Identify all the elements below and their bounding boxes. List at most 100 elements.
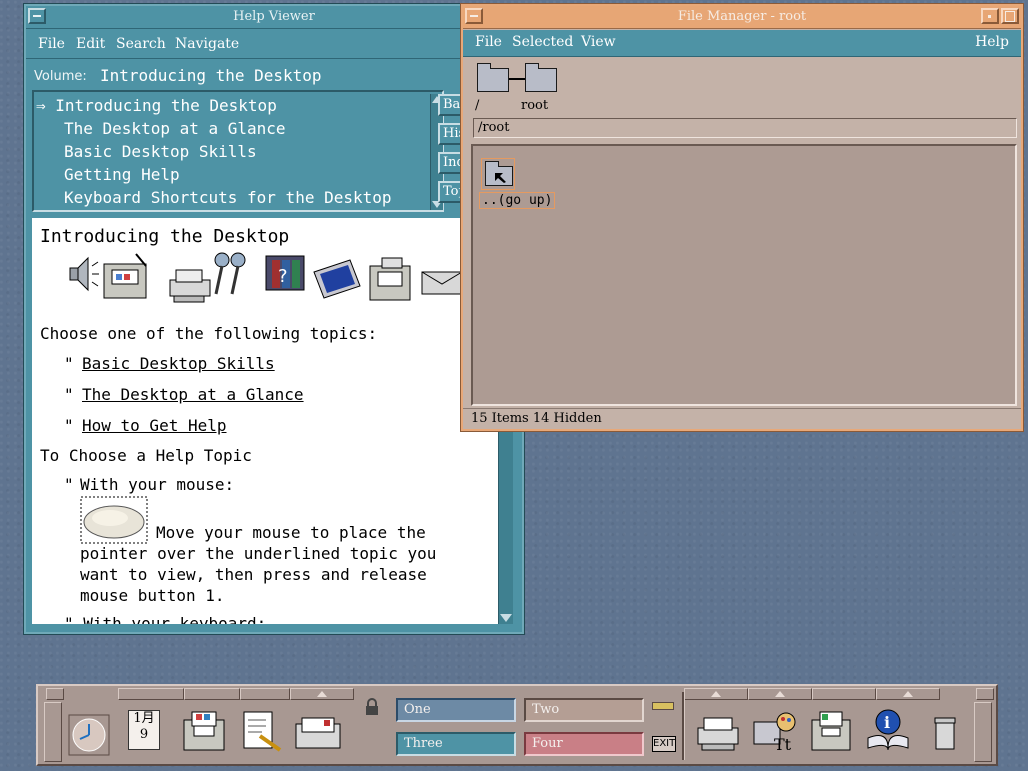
keys-icon xyxy=(214,252,246,295)
trash-icon[interactable] xyxy=(932,716,958,752)
section-title: To Choose a Help Topic xyxy=(40,446,252,465)
link-how-to-get-help[interactable]: How to Get Help xyxy=(82,416,227,435)
subpanel-arrow-icon xyxy=(903,691,913,697)
menu-selected[interactable]: Selected xyxy=(512,34,573,50)
window-menu-icon xyxy=(470,15,478,17)
path-connector xyxy=(509,78,525,80)
terminal-icon xyxy=(313,259,361,299)
exit-button[interactable]: EXIT xyxy=(652,736,676,752)
desktop-icons-illustration: ? xyxy=(69,252,463,303)
path-field[interactable]: /root xyxy=(473,118,1017,138)
subpanel-tab[interactable] xyxy=(748,688,812,700)
subpanel-tab[interactable] xyxy=(684,688,748,700)
help-content-pane[interactable]: Introducing the Desktop ? Choose one of … xyxy=(32,218,502,624)
style-manager-icon[interactable]: Tt xyxy=(752,710,798,754)
menu-file[interactable]: File xyxy=(38,36,65,52)
scroll-down-arrow-icon[interactable] xyxy=(500,614,512,622)
window-menu-button[interactable] xyxy=(465,8,483,24)
help-manager-icon[interactable]: i xyxy=(866,708,912,752)
panel-divider xyxy=(682,692,685,760)
maximize-icon xyxy=(1005,11,1015,22)
instruction-line: mouse button 1. xyxy=(80,586,225,605)
toc-item[interactable]: Keyboard Shortcuts for the Desktop xyxy=(64,188,392,207)
path-folder-label[interactable]: root xyxy=(521,98,548,113)
folder-root-home-icon[interactable] xyxy=(525,63,557,92)
toc-item[interactable]: Getting Help xyxy=(64,165,180,184)
file-view-area[interactable]: ..(go up) xyxy=(471,144,1017,406)
menu-navigate[interactable]: Navigate xyxy=(175,36,239,52)
topic-list[interactable]: ⇒ Introducing the Desktop The Desktop at… xyxy=(32,90,444,212)
bullet: " xyxy=(64,416,74,435)
subpanel-tab[interactable] xyxy=(240,688,290,700)
instruction-line: want to view, then press and release xyxy=(80,565,427,584)
toc-item-current[interactable]: ⇒ Introducing the Desktop xyxy=(36,96,277,115)
bullet: " xyxy=(64,354,74,373)
file-manager-menubar: File Selected View Help xyxy=(463,30,1021,57)
svg-text:i: i xyxy=(884,713,890,732)
window-title: Help Viewer xyxy=(233,9,315,24)
with-mouse-text: With your mouse: xyxy=(80,475,235,494)
application-manager-icon[interactable] xyxy=(810,708,854,752)
subpanel-tab-files[interactable] xyxy=(290,688,354,700)
up-arrow-icon xyxy=(495,173,506,183)
file-manager-titlebar[interactable]: File Manager - root xyxy=(463,6,1021,29)
link-basic-desktop-skills[interactable]: Basic Desktop Skills xyxy=(82,354,275,373)
window-menu-button[interactable] xyxy=(28,8,46,24)
file-cabinet-icon xyxy=(103,253,147,299)
window-title: File Manager - root xyxy=(677,9,807,24)
subpanel-arrow-icon xyxy=(711,691,721,697)
menu-edit[interactable]: Edit xyxy=(76,36,105,52)
menu-help[interactable]: Help xyxy=(975,34,1009,50)
subpanel-tab[interactable] xyxy=(184,688,240,700)
toc-item[interactable]: The Desktop at a Glance xyxy=(64,119,286,138)
workspace-three-button[interactable]: Three xyxy=(396,732,516,756)
workspace-two-button[interactable]: Two xyxy=(524,698,644,722)
mailer-icon[interactable] xyxy=(294,716,344,752)
instruction-line: pointer over the underlined topic you xyxy=(80,544,437,563)
panel-move-handle-left[interactable] xyxy=(44,702,62,762)
file-manager-window[interactable]: File Manager - root File Selected View H… xyxy=(460,3,1024,432)
go-up-label[interactable]: ..(go up) xyxy=(479,192,556,209)
minimize-icon xyxy=(988,15,991,18)
help-viewer-titlebar[interactable]: Help Viewer xyxy=(26,6,522,29)
subpanel-tab[interactable] xyxy=(118,688,184,700)
path-root-label[interactable]: / xyxy=(475,98,479,113)
busy-indicator xyxy=(652,702,674,710)
mouse-icon xyxy=(80,496,148,544)
cutoff-text: " With your keyboard: xyxy=(64,614,267,624)
choose-topics-text: Choose one of the following topics: xyxy=(40,324,378,343)
volume-value: Introducing the Desktop xyxy=(100,66,322,85)
file-manager-icon xyxy=(369,257,411,301)
text-editor-icon[interactable] xyxy=(240,710,284,754)
subpanel-tab[interactable] xyxy=(876,688,940,700)
minimize-button[interactable] xyxy=(981,8,999,24)
status-bar: 15 Items 14 Hidden xyxy=(463,408,1021,429)
link-desktop-at-a-glance[interactable]: The Desktop at a Glance xyxy=(82,385,304,404)
workspace-four-button[interactable]: Four xyxy=(524,732,644,756)
window-menu-icon xyxy=(33,15,41,17)
content-title: Introducing the Desktop xyxy=(40,226,290,247)
toc-item[interactable]: Basic Desktop Skills xyxy=(64,142,257,161)
clock-icon[interactable] xyxy=(68,714,110,756)
subpanel-tab[interactable] xyxy=(812,688,876,700)
printer-icon[interactable] xyxy=(696,716,742,752)
help-viewer-window[interactable]: Help Viewer File Edit Search Navigate Vo… xyxy=(23,3,525,635)
menu-view[interactable]: View xyxy=(581,34,616,50)
subpanel-arrow-icon xyxy=(775,691,785,697)
panel-menu-handle[interactable] xyxy=(46,688,64,700)
workspace-one-button[interactable]: One xyxy=(396,698,516,722)
volume-label: Volume: xyxy=(34,69,87,84)
lock-icon[interactable] xyxy=(364,698,380,716)
subpanel-arrow-icon xyxy=(317,691,327,697)
mail-icon xyxy=(421,271,463,295)
calendar-icon[interactable]: 1月 9 xyxy=(128,710,160,750)
panel-minimize-handle[interactable] xyxy=(976,688,994,700)
maximize-button[interactable] xyxy=(1001,8,1019,24)
menu-file[interactable]: File xyxy=(475,34,502,50)
folder-root-icon[interactable] xyxy=(477,63,509,92)
file-manager-icon[interactable] xyxy=(182,708,228,752)
go-up-icon[interactable] xyxy=(481,158,515,190)
menu-search[interactable]: Search xyxy=(116,36,166,52)
svg-text:Tt: Tt xyxy=(774,735,792,754)
panel-move-handle-right[interactable] xyxy=(974,702,992,762)
